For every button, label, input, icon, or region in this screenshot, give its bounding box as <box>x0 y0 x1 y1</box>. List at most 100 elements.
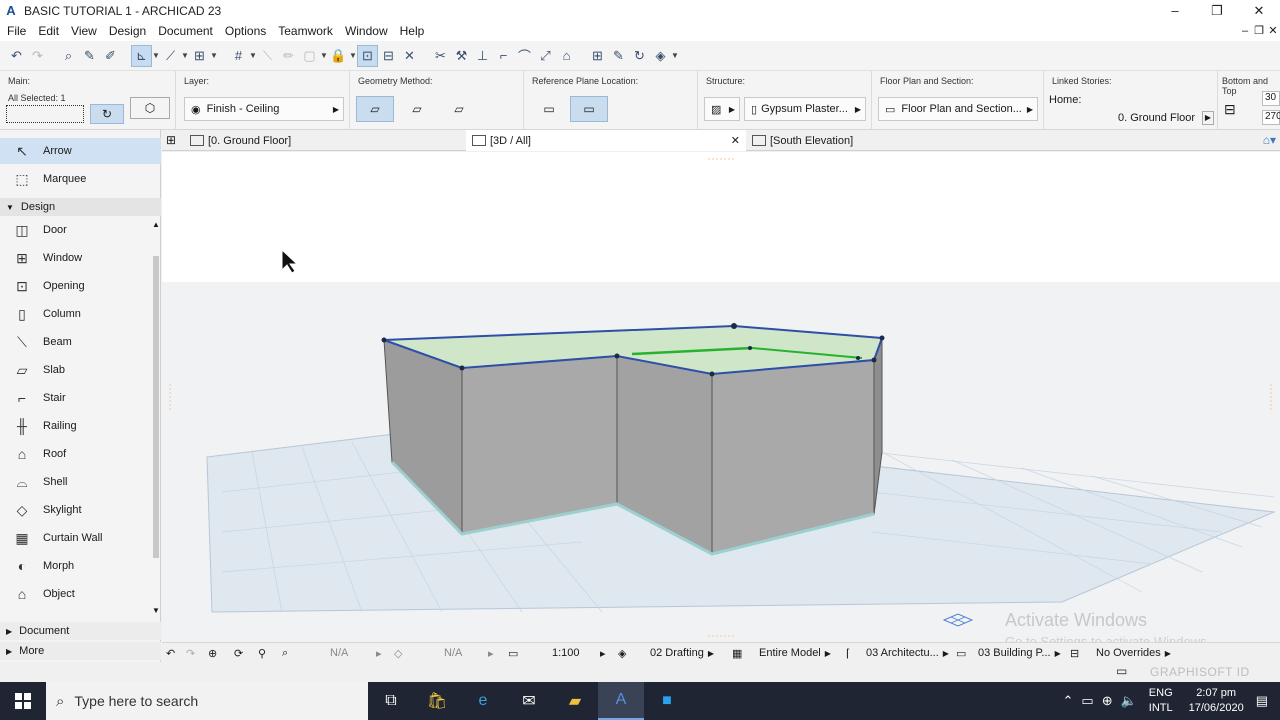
store-icon[interactable]: 🛍 <box>414 682 460 720</box>
gravity-icon[interactable]: ⊾ <box>131 44 152 67</box>
scroll-up-icon[interactable]: ▲ <box>152 220 160 229</box>
monitor-icon[interactable]: ▭ <box>1116 664 1127 678</box>
tool-curtain-wall[interactable]: ▦ Curtain Wall <box>0 525 151 551</box>
selection-settings-icon[interactable] <box>6 105 84 123</box>
gravity-dropdown-icon[interactable]: ▼ <box>152 51 160 60</box>
home-story-arrow-icon[interactable]: ▶ <box>1202 111 1214 125</box>
minimize-button[interactable]: – <box>1154 0 1196 21</box>
doc-restore-button[interactable]: ❐ <box>1252 21 1266 41</box>
group-dropdown-icon[interactable]: ▼ <box>320 51 328 60</box>
lock-dropdown-icon[interactable]: ▼ <box>349 51 357 60</box>
orbit-icon[interactable]: ⟳ <box>234 643 243 663</box>
start-button[interactable] <box>0 682 46 720</box>
rotate-selection-icon[interactable]: ↻ <box>90 104 124 124</box>
cross-icon[interactable]: ✕ <box>399 45 420 67</box>
adjust-icon[interactable]: ⊥ <box>472 45 493 67</box>
angle-icon[interactable]: ◇ <box>394 643 402 663</box>
scale-arrow-icon[interactable]: ▸ <box>600 643 606 663</box>
grid-icon[interactable]: # <box>228 45 249 67</box>
tool-door[interactable]: ◫ Door <box>0 217 151 243</box>
undo-view-icon[interactable]: ↶ <box>166 643 175 663</box>
snap-dropdown-icon[interactable]: ▼ <box>181 51 189 60</box>
geometry-basic-slab-icon[interactable]: ▱ <box>356 96 394 122</box>
fillet-icon[interactable]: ⌒ <box>514 45 535 67</box>
floorplan-section-dropdown[interactable]: ▭ Floor Plan and Section... ▶ <box>878 97 1038 121</box>
tool-arrow[interactable]: ↖ Arrow <box>0 138 161 164</box>
explode-icon[interactable]: ⌂ <box>556 45 577 67</box>
redo-view-icon[interactable]: ↷ <box>186 643 195 663</box>
tool-window[interactable]: ⊞ Window <box>0 245 151 271</box>
geometry-polygonal-slab-icon[interactable]: ▱ <box>398 96 436 122</box>
menu-view[interactable]: View <box>64 24 102 38</box>
scale-value[interactable]: 1:100 <box>552 643 580 663</box>
doc-minimize-button[interactable]: – <box>1238 21 1252 41</box>
graphic-overrides[interactable]: No Overrides ▶ <box>1096 643 1171 663</box>
lock-icon[interactable]: 🔒 <box>328 45 349 67</box>
volume-icon[interactable]: 🔈 <box>1121 693 1137 709</box>
menu-help[interactable]: Help <box>393 24 430 38</box>
view-settings-icon[interactable]: ⌂▾ <box>1263 133 1276 147</box>
tool-object[interactable]: ⌂ Object <box>0 581 151 607</box>
notifications-icon[interactable]: ▤ <box>1256 693 1268 709</box>
arrow-icon[interactable]: ▸ <box>376 643 382 663</box>
menu-design[interactable]: Design <box>102 24 151 38</box>
tool-shell[interactable]: ⌓ Shell <box>0 469 151 495</box>
taskbar-search[interactable]: ⌕ Type here to search <box>46 682 368 720</box>
arrow-icon-2[interactable]: ▸ <box>488 643 494 663</box>
trim-icon[interactable]: ✂ <box>430 45 451 67</box>
pencil-icon[interactable]: ✏ <box>278 45 299 67</box>
more-group-header[interactable]: ▶ More <box>0 642 161 660</box>
palette-scrollbar[interactable]: ▲ ▼ <box>151 218 161 618</box>
model-filter[interactable]: Entire Model ▶ <box>759 643 831 663</box>
dimension-icon[interactable]: ⊟ <box>378 45 399 67</box>
network-icon[interactable]: ⊕ <box>1102 693 1113 709</box>
menu-edit[interactable]: Edit <box>31 24 64 38</box>
tool-railing[interactable]: ╫ Railing <box>0 413 151 439</box>
intersect-icon[interactable]: ⌐ <box>493 45 514 67</box>
tool-opening[interactable]: ⊡ Opening <box>0 273 151 299</box>
archicad-taskbar-icon[interactable]: A <box>598 682 644 720</box>
guides-dropdown-icon[interactable]: ▼ <box>210 51 218 60</box>
zoom-app-icon[interactable]: ■ <box>644 682 690 720</box>
structure-material-dropdown[interactable]: ▯ Gypsum Plaster... ▶ <box>744 97 866 121</box>
top-value-field[interactable]: 30 <box>1262 91 1280 106</box>
redo-icon[interactable]: ↷ <box>27 45 48 67</box>
tool-slab[interactable]: ▱ Slab <box>0 357 151 383</box>
show-selection-icon[interactable]: ⊡ <box>357 44 378 67</box>
mail-icon[interactable]: ✉ <box>506 682 552 720</box>
walk-icon[interactable]: ⚲ <box>258 643 266 663</box>
menu-options[interactable]: Options <box>218 24 271 38</box>
align-icon[interactable]: ⊞ <box>587 45 608 67</box>
tab-close-icon[interactable]: ✕ <box>731 134 740 147</box>
taskbar-clock[interactable]: 2:07 pm 17/06/2020 <box>1189 686 1244 716</box>
geometry-rectangle-slab-icon[interactable]: ▱ <box>440 96 478 122</box>
grid-dropdown-icon[interactable]: ▼ <box>249 51 257 60</box>
element-settings-icon[interactable]: ⬡ <box>130 97 170 119</box>
scroll-down-icon[interactable]: ▼ <box>152 606 160 615</box>
menu-document[interactable]: Document <box>151 24 218 38</box>
tab-overview-icon[interactable]: ⊞ <box>166 133 176 147</box>
bottom-value-field[interactable]: 270 <box>1262 110 1280 125</box>
layer-dropdown[interactable]: ◉ Finish - Ceiling ▶ <box>184 97 344 121</box>
find-select-icon[interactable]: ⌕ <box>58 45 79 67</box>
menu-teamwork[interactable]: Teamwork <box>271 24 338 38</box>
tool-beam[interactable]: ⟍ Beam <box>0 329 151 355</box>
model-view-options[interactable]: 03 Building P... ▶ <box>978 643 1061 663</box>
3d-viewport[interactable]: Activate Windows Go to Settings to activ… <box>162 152 1280 642</box>
menu-window[interactable]: Window <box>338 24 393 38</box>
snap-icon[interactable]: ⟋ <box>160 45 181 67</box>
fit-zoom-icon[interactable]: ⌕ <box>282 643 288 663</box>
split-icon[interactable]: ⚒ <box>451 45 472 67</box>
render-icon[interactable]: ◈ <box>650 45 671 67</box>
menu-file[interactable]: File <box>0 24 31 38</box>
tool-stair[interactable]: ⌐ Stair <box>0 385 151 411</box>
tab-south-elevation[interactable]: [South Elevation] <box>746 130 1028 151</box>
tab-3d-all[interactable]: [3D / All] ✕ <box>466 130 746 151</box>
document-group-header[interactable]: ▶ Document <box>0 622 161 640</box>
tool-morph[interactable]: ◐ Morph <box>0 553 151 579</box>
tool-column[interactable]: ▯ Column <box>0 301 151 327</box>
doc-close-button[interactable]: ✕ <box>1266 21 1280 41</box>
resize-icon[interactable]: ⤢ <box>535 45 556 67</box>
reference-bottom-icon[interactable]: ▭ <box>570 96 608 122</box>
structure-type-dropdown[interactable]: ▨ ▶ <box>704 97 740 121</box>
